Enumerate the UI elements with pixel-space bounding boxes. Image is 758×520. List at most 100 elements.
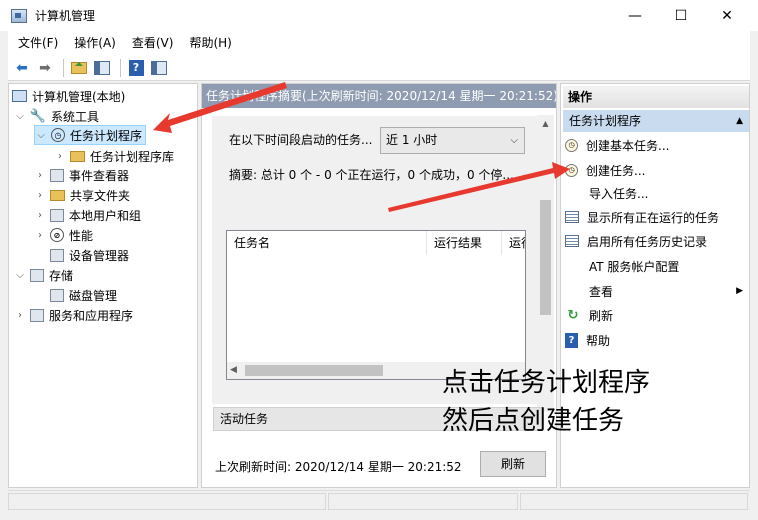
tree-node-local-users-groups[interactable]: › 本地用户和组 bbox=[34, 205, 141, 225]
close-button[interactable]: ✕ bbox=[704, 0, 750, 31]
blank-icon bbox=[565, 283, 581, 299]
performance-icon: ⊘ bbox=[50, 228, 64, 242]
action-help[interactable]: ? 帮助 bbox=[565, 329, 749, 351]
tree-node-event-viewer[interactable]: › 事件查看器 bbox=[34, 165, 129, 185]
scroll-left-icon[interactable]: ◀ bbox=[230, 362, 237, 379]
chevron-right-icon[interactable]: › bbox=[14, 310, 26, 321]
tree-label: 任务计划程序 bbox=[70, 128, 143, 143]
tree-label: 服务和应用程序 bbox=[49, 308, 134, 323]
time-filter-select[interactable]: 近 1 小时 ⌵ bbox=[380, 127, 525, 154]
menu-file[interactable]: 文件(F) bbox=[8, 31, 64, 55]
action-label: 创建任务... bbox=[586, 163, 646, 178]
tree-node-storage[interactable]: ⌵ 存储 bbox=[14, 265, 73, 285]
refresh-button[interactable]: 刷新 bbox=[480, 451, 546, 477]
show-hide-action-pane-button[interactable] bbox=[149, 58, 169, 78]
scrollbar-thumb[interactable] bbox=[540, 200, 551, 315]
chevron-right-icon[interactable]: › bbox=[34, 210, 46, 221]
tree-label: 设备管理器 bbox=[69, 248, 130, 263]
annotation-text: 点击任务计划程序 然后点创建任务 bbox=[442, 364, 650, 440]
folder-icon bbox=[70, 150, 85, 162]
action-at-service-account[interactable]: AT 服务帐户配置 bbox=[565, 255, 749, 277]
tree-node-task-scheduler-library[interactable]: › 任务计划程序库 bbox=[54, 146, 174, 166]
tree-label: 计算机管理(本地) bbox=[32, 89, 126, 104]
help-icon: ? bbox=[565, 332, 578, 348]
title-bar: 计算机管理 — ☐ ✕ bbox=[0, 0, 758, 31]
annotation-line-2: 然后点创建任务 bbox=[442, 406, 625, 436]
storage-icon bbox=[30, 268, 44, 282]
action-enable-task-history[interactable]: 启用所有任务历史记录 bbox=[565, 230, 749, 252]
minimize-button[interactable]: — bbox=[612, 0, 658, 31]
refresh-icon: ↻ bbox=[567, 307, 579, 323]
maximize-button[interactable]: ☐ bbox=[658, 0, 704, 31]
tree-node-disk-management[interactable]: 磁盘管理 bbox=[50, 285, 117, 305]
tree-node-system-tools[interactable]: ⌵ 🔧 系统工具 bbox=[14, 106, 99, 126]
chevron-down-icon[interactable]: ⌵ bbox=[14, 270, 26, 281]
action-show-running-tasks[interactable]: 显示所有正在运行的任务 bbox=[565, 206, 749, 228]
action-label: AT 服务帐户配置 bbox=[589, 259, 680, 274]
menu-bar: 文件(F) 操作(A) 查看(V) 帮助(H) bbox=[8, 31, 750, 55]
status-segment bbox=[8, 493, 326, 510]
tree-label: 任务计划程序库 bbox=[90, 149, 175, 164]
menu-help[interactable]: 帮助(H) bbox=[179, 31, 237, 55]
window-title: 计算机管理 bbox=[35, 9, 96, 23]
tree-label: 磁盘管理 bbox=[69, 288, 118, 303]
blank-icon bbox=[565, 258, 581, 274]
column-header-run[interactable]: 运行 bbox=[502, 231, 525, 255]
action-label: 启用所有任务历史记录 bbox=[587, 234, 708, 249]
back-arrow-icon[interactable]: ⬅ bbox=[12, 58, 32, 78]
tree-node-shared-folders[interactable]: › 共享文件夹 bbox=[34, 185, 130, 205]
chevron-right-icon[interactable]: › bbox=[34, 170, 46, 181]
computer-management-icon bbox=[11, 8, 27, 23]
action-label: 刷新 bbox=[589, 308, 614, 323]
column-header-task-name[interactable]: 任务名 bbox=[227, 231, 427, 255]
time-filter-value: 近 1 小时 bbox=[386, 133, 438, 147]
tree-node-device-manager[interactable]: 设备管理器 bbox=[50, 245, 129, 265]
status-segment bbox=[520, 493, 748, 510]
toolbar-separator bbox=[120, 58, 121, 77]
running-tasks-icon bbox=[565, 211, 579, 223]
computer-icon bbox=[12, 90, 27, 102]
show-hide-tree-button[interactable] bbox=[92, 58, 112, 78]
action-import-task[interactable]: 导入任务... bbox=[565, 182, 749, 204]
help-icon: ? bbox=[128, 59, 144, 76]
action-label: 查看 bbox=[589, 284, 614, 299]
tree-node-services-apps[interactable]: › 服务和应用程序 bbox=[14, 305, 133, 325]
scroll-up-icon[interactable]: ▲ bbox=[537, 115, 554, 132]
actions-section-task-scheduler[interactable]: 任务计划程序 ▲ bbox=[563, 110, 749, 132]
action-refresh[interactable]: ↻ 刷新 bbox=[565, 304, 749, 326]
toolbar-separator bbox=[63, 58, 64, 77]
chevron-down-icon: ⌵ bbox=[510, 135, 518, 146]
column-header-run-result[interactable]: 运行结果 bbox=[427, 231, 502, 255]
chevron-down-icon[interactable]: ⌵ bbox=[14, 111, 26, 122]
chevron-right-icon[interactable]: › bbox=[54, 151, 66, 162]
menu-view[interactable]: 查看(V) bbox=[122, 31, 180, 55]
task-summary-text: 摘要: 总计 0 个 - 0 个正在运行，0 个成功，0 个停... bbox=[229, 168, 514, 182]
tree-label: 本地用户和组 bbox=[69, 208, 142, 223]
menu-action[interactable]: 操作(A) bbox=[64, 31, 122, 55]
clock-icon: ◷ bbox=[565, 163, 578, 177]
device-manager-icon bbox=[50, 248, 64, 262]
up-level-button[interactable] bbox=[69, 58, 89, 78]
forward-arrow-icon[interactable]: ➡ bbox=[35, 58, 55, 78]
chevron-right-icon[interactable]: › bbox=[34, 190, 46, 201]
action-view[interactable]: 查看 ▶ bbox=[565, 280, 749, 302]
tree-node-performance[interactable]: › ⊘ 性能 bbox=[34, 225, 93, 245]
scrollbar-thumb[interactable] bbox=[245, 365, 383, 376]
tree-label: 系统工具 bbox=[51, 109, 100, 124]
summary-header: 任务计划程序摘要(上次刷新时间: 2020/12/14 星期一 20:21:52… bbox=[202, 84, 556, 108]
action-label: 创建基本任务... bbox=[586, 138, 670, 153]
action-label: 帮助 bbox=[586, 333, 611, 348]
blank-icon bbox=[565, 185, 581, 201]
chevron-right-icon[interactable]: › bbox=[34, 230, 46, 241]
shared-folder-icon bbox=[50, 189, 65, 201]
help-button[interactable]: ? bbox=[126, 58, 146, 78]
action-create-task[interactable]: ◷ 创建任务... bbox=[565, 159, 749, 181]
action-create-basic-task[interactable]: ◷ 创建基本任务... bbox=[565, 134, 749, 156]
services-icon bbox=[30, 308, 44, 322]
chevron-down-icon[interactable]: ⌵ bbox=[35, 130, 47, 141]
collapse-arrow-icon[interactable]: ▲ bbox=[736, 110, 743, 132]
action-pane-icon bbox=[151, 60, 167, 75]
users-icon bbox=[50, 208, 64, 222]
tree-node-task-scheduler[interactable]: ⌵ ◷ 任务计划程序 bbox=[34, 125, 147, 145]
tree-node-root[interactable]: 计算机管理(本地) bbox=[12, 86, 125, 106]
